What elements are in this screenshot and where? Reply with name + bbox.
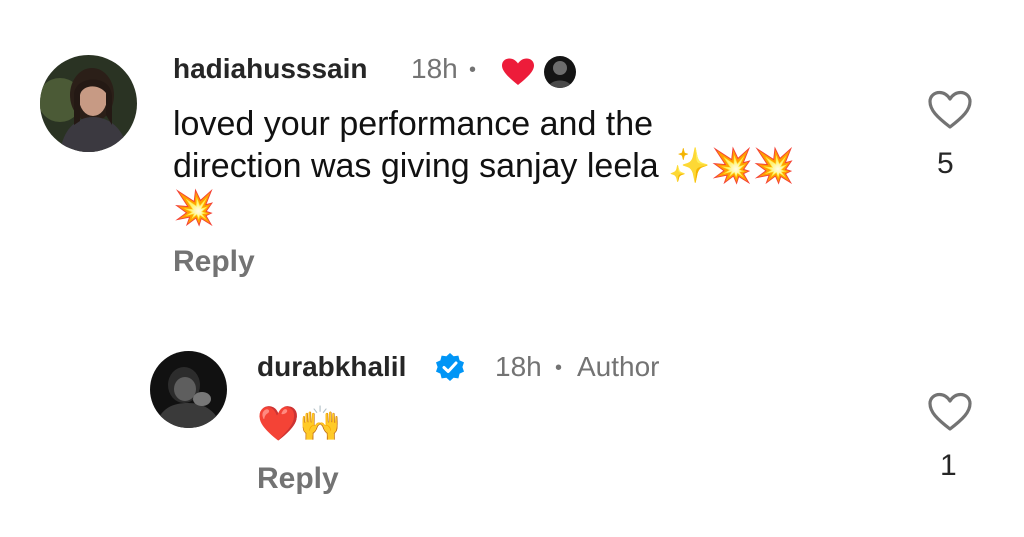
comment-text: ❤️🙌	[257, 405, 342, 443]
reply-button[interactable]: Reply	[257, 461, 339, 497]
avatar[interactable]	[40, 55, 137, 152]
separator-dot: •	[555, 357, 563, 379]
separator-dot: •	[469, 59, 477, 81]
like-count: 1	[940, 449, 957, 482]
comment-text-line: direction was giving sanjay leela ✨💥💥	[173, 147, 796, 185]
author-label: Author	[577, 351, 660, 382]
comment-text-line: 💥	[173, 189, 216, 227]
comment-username[interactable]: hadiahusssain	[173, 52, 368, 86]
like-count: 5	[937, 147, 954, 180]
red-heart-icon	[501, 58, 535, 86]
comment-time: 18h	[411, 53, 458, 84]
like-heart-icon[interactable]	[927, 90, 973, 130]
comment-time: 18h	[495, 351, 542, 382]
verified-badge-icon	[434, 352, 466, 384]
comment-username[interactable]: durabkhalil	[257, 350, 406, 384]
comment-text-line: loved your performance and the	[173, 105, 654, 143]
reply-button[interactable]: Reply	[173, 244, 255, 280]
like-heart-icon[interactable]	[927, 392, 973, 432]
avatar[interactable]	[150, 351, 227, 428]
author-avatar-mini	[544, 56, 576, 88]
